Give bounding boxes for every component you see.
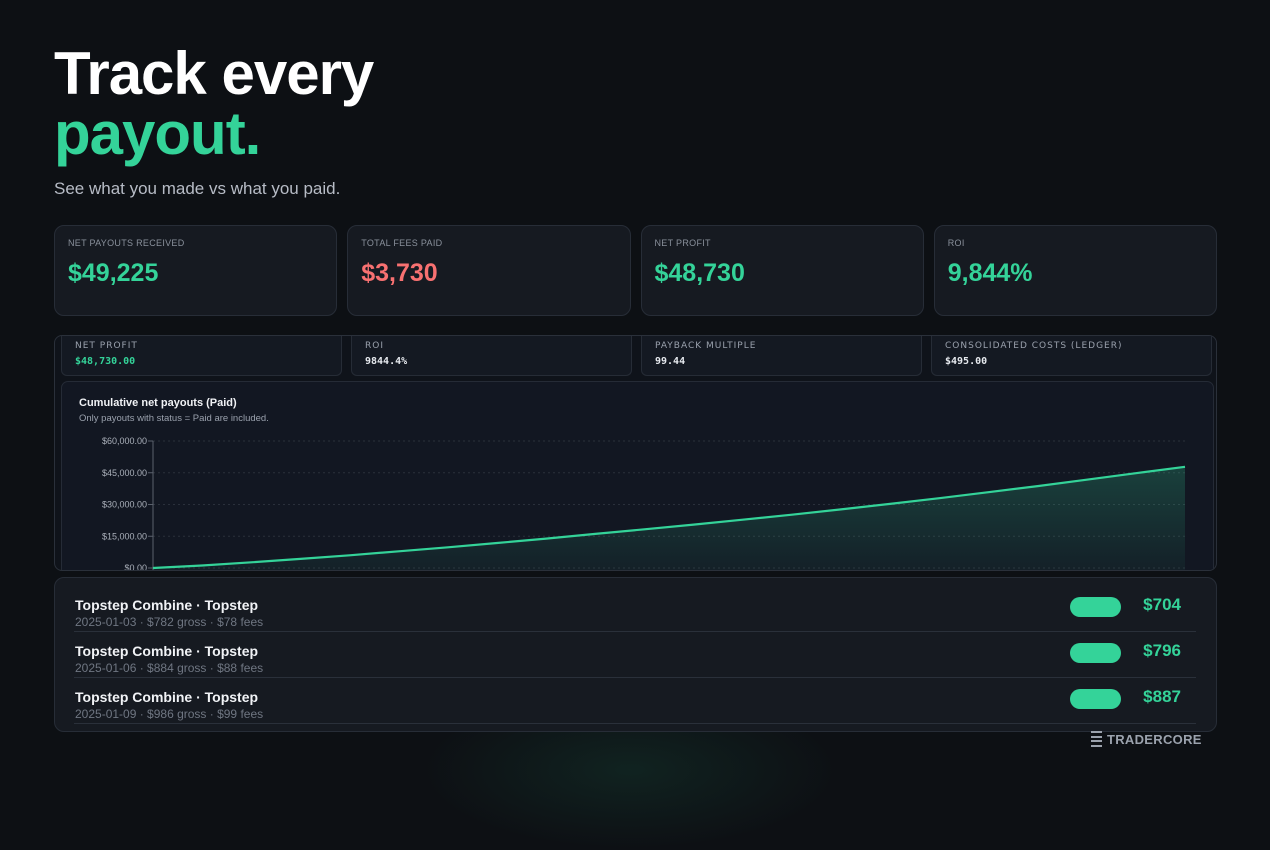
stat-card-roi: ROI 9,844% <box>933 225 1217 316</box>
dashboard-screenshot: NET PROFIT $48,730.00 ROI 9844.4% PAYBAC… <box>54 335 1217 571</box>
y-tick-label: $15,000.00 <box>102 531 147 541</box>
y-tick-label: $60,000.00 <box>102 436 147 446</box>
hero-subtitle: See what you made vs what you paid. <box>54 179 341 198</box>
payout-meta: 2025-01-03 · $782 gross · $78 fees <box>75 615 264 629</box>
mini-stat-payback-multiple: PAYBACK MULTIPLE 99.44 <box>641 336 922 376</box>
stat-label: TOTAL FEES PAID <box>361 238 443 248</box>
brand-logo: TRADERCORE <box>1091 731 1202 747</box>
cumulative-payouts-chart: $0.00 $15,000.00 $30,000.00 $45,000.00 $60,0… <box>102 436 1186 571</box>
y-tick-label: $0.00 <box>124 563 147 571</box>
payout-title: Topstep Combine · Topstep <box>75 689 259 705</box>
stat-value: 9,844% <box>947 259 1033 287</box>
y-tick-label: $45,000.00 <box>102 468 147 478</box>
mini-stat-net-profit: NET PROFIT $48,730.00 <box>61 336 342 376</box>
mini-stat-label: ROI <box>365 341 384 351</box>
mini-stat-consolidated-costs: CONSOLIDATED COSTS (LEDGER) $495.00 <box>931 336 1212 376</box>
payout-amount: $887 <box>1143 687 1181 706</box>
mini-stat-value: 99.44 <box>655 356 686 367</box>
stat-card-net-payouts: NET PAYOUTS RECEIVED $49,225 <box>54 225 338 316</box>
status-badge <box>1070 643 1121 663</box>
payout-title: Topstep Combine · Topstep <box>75 643 259 659</box>
mini-stat-label: CONSOLIDATED COSTS (LEDGER) <box>945 341 1123 351</box>
payout-amount: $796 <box>1143 641 1181 660</box>
stat-value: $49,225 <box>68 259 159 287</box>
stat-value: $48,730 <box>654 259 745 287</box>
hero-title-line1: Track every <box>54 40 374 107</box>
stat-label: NET PROFIT <box>654 238 711 248</box>
stat-value: $3,730 <box>361 259 438 287</box>
stack-bars-icon <box>1091 731 1102 747</box>
hero-title: Track every payout. <box>54 40 374 167</box>
hero-title-line2: payout. <box>54 100 261 167</box>
mini-stat-label: NET PROFIT <box>75 341 138 351</box>
mini-stat-value: $495.00 <box>945 356 988 367</box>
stats-row: NET PAYOUTS RECEIVED $49,225 TOTAL FEES … <box>54 225 1217 316</box>
series-area <box>153 466 1185 570</box>
stat-label: NET PAYOUTS RECEIVED <box>68 238 185 248</box>
payout-row[interactable]: Topstep Combine · Topstep 2025-01-09 · $… <box>74 677 1196 724</box>
stat-card-total-fees: TOTAL FEES PAID $3,730 <box>347 225 631 316</box>
payout-meta: 2025-01-09 · $986 gross · $99 fees <box>75 707 264 721</box>
hero: Track every payout. See what you made vs… <box>54 40 374 199</box>
mini-stat-value: $48,730.00 <box>75 356 136 367</box>
payout-title: Topstep Combine · Topstep <box>75 597 259 613</box>
payout-row[interactable]: Topstep Combine · Topstep 2025-01-03 · $… <box>74 585 1196 632</box>
payout-amount: $704 <box>1143 595 1181 614</box>
payout-list: Topstep Combine · Topstep 2025-01-03 · $… <box>54 577 1217 732</box>
payout-row[interactable]: Topstep Combine · Topstep 2025-01-06 · $… <box>74 631 1196 678</box>
status-badge <box>1070 597 1121 617</box>
payout-meta: 2025-01-06 · $884 gross · $88 fees <box>75 661 264 675</box>
mini-stat-roi: ROI 9844.4% <box>351 336 632 376</box>
y-tick-label: $30,000.00 <box>102 500 147 510</box>
mini-stat-label: PAYBACK MULTIPLE <box>655 341 757 351</box>
stat-card-net-profit: NET PROFIT $48,730 <box>640 225 924 316</box>
chart-card: Cumulative net payouts (Paid) Only payou… <box>61 381 1214 571</box>
stat-label: ROI <box>947 238 965 248</box>
brand-name: TRADERCORE <box>1107 731 1202 747</box>
mini-stat-value: 9844.4% <box>365 356 408 367</box>
status-badge <box>1070 689 1121 709</box>
